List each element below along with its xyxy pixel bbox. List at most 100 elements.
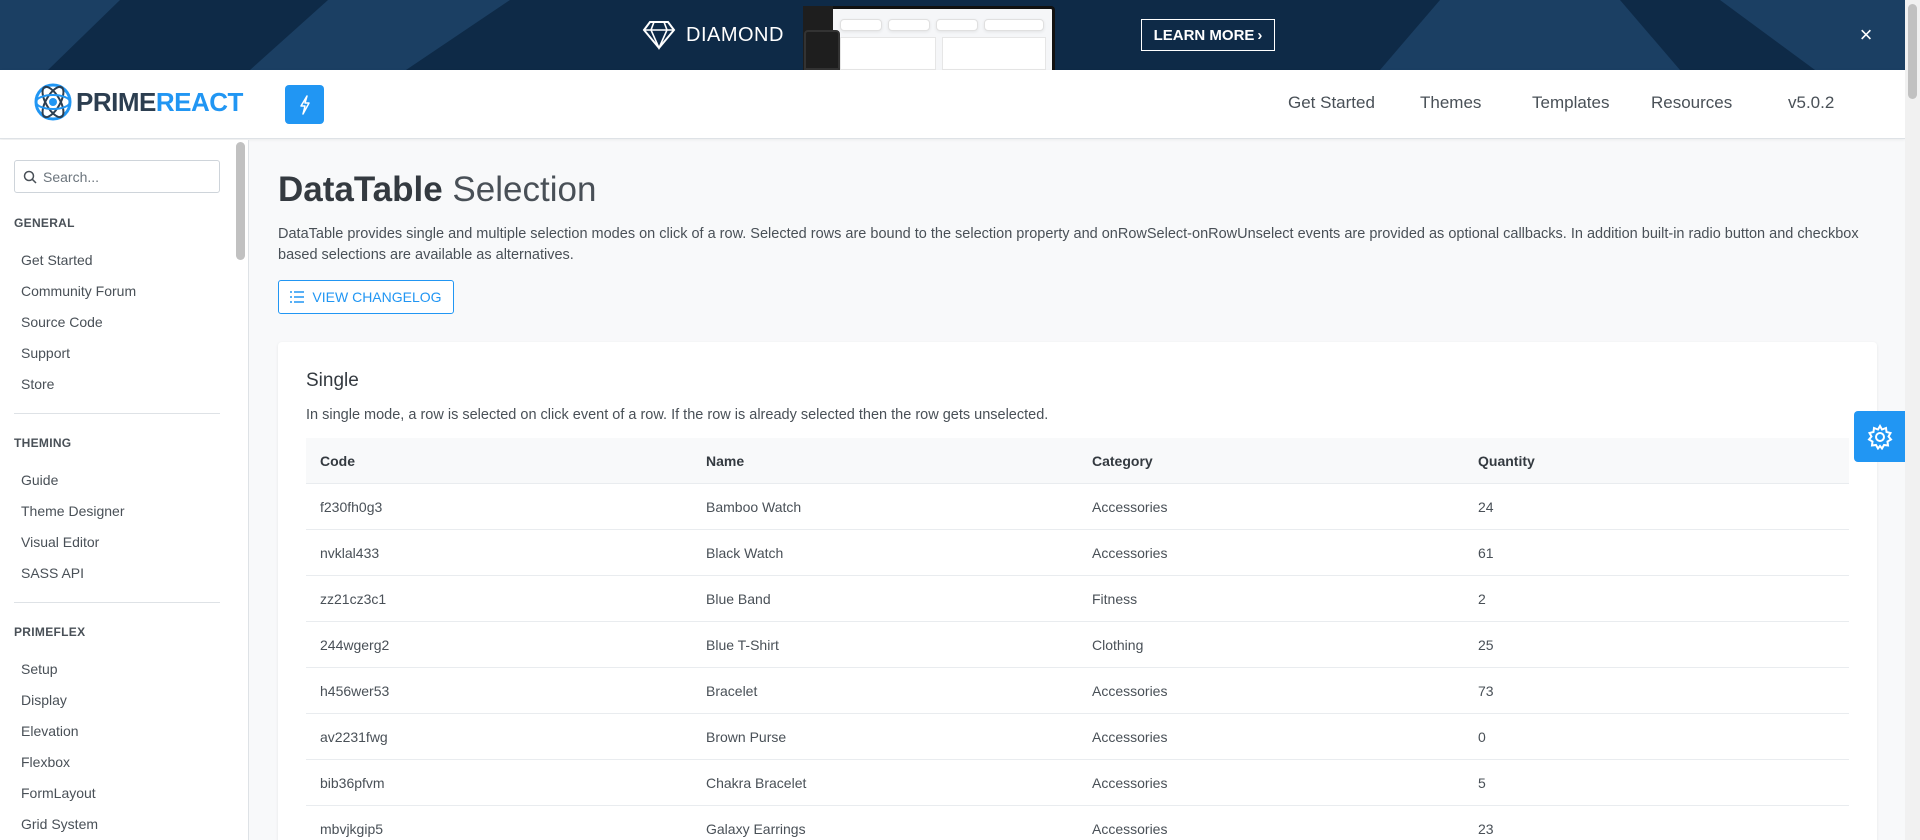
cell-category: Accessories: [1092, 729, 1168, 745]
nav-version[interactable]: v5.0.2: [1788, 93, 1834, 113]
logo-text: PRIMEREACT: [76, 86, 243, 117]
table-row[interactable]: f230fh0g3 Bamboo Watch Accessories 24: [306, 484, 1849, 530]
cell-name: Brown Purse: [706, 729, 787, 745]
cell-name: Blue Band: [706, 591, 771, 607]
menu-item-display[interactable]: Display: [21, 692, 67, 708]
table-row[interactable]: mbvjkgip5 Galaxy Earrings Accessories 23: [306, 806, 1849, 840]
column-header-quantity[interactable]: Quantity: [1464, 438, 1535, 484]
logo[interactable]: PRIMEREACT: [33, 82, 243, 122]
cell-category: Clothing: [1092, 637, 1144, 653]
banner-brand: DIAMOND: [642, 0, 784, 70]
menu-item-sass-api[interactable]: SASS API: [21, 565, 84, 581]
banner-phone-image: [804, 30, 840, 70]
column-header-code[interactable]: Code: [306, 438, 355, 484]
search-icon: [23, 170, 37, 184]
menu-item-grid-system[interactable]: Grid System: [21, 816, 98, 832]
cell-quantity: 25: [1478, 637, 1494, 653]
main-content: DataTable Selection DataTable provides s…: [250, 140, 1905, 840]
cell-quantity: 61: [1478, 545, 1494, 561]
cell-name: Blue T-Shirt: [706, 637, 779, 653]
menu-item-theme-designer[interactable]: Theme Designer: [21, 503, 125, 519]
cell-code: nvklal433: [320, 545, 380, 561]
learn-more-label: LEARN MORE: [1153, 26, 1255, 44]
menu-item-visual-editor[interactable]: Visual Editor: [21, 534, 99, 550]
banner-preview-image: [803, 6, 1055, 70]
diamond-icon: [642, 21, 676, 50]
data-table: Code Name Category Quantity f230fh0g3 Ba…: [306, 438, 1849, 840]
search-input[interactable]: [43, 168, 208, 185]
nav-get-started[interactable]: Get Started: [1288, 93, 1375, 113]
menu-item-get-started[interactable]: Get Started: [21, 252, 93, 268]
close-icon[interactable]: ×: [1856, 22, 1876, 48]
menu-item-flexbox[interactable]: Flexbox: [21, 754, 70, 770]
cell-quantity: 5: [1478, 775, 1486, 791]
list-icon: [290, 291, 305, 303]
chevron-right-icon: ›: [1257, 26, 1263, 44]
table-row[interactable]: bib36pfvm Chakra Bracelet Accessories 5: [306, 760, 1849, 806]
menu-category-general: GENERAL: [14, 216, 75, 230]
cell-category: Accessories: [1092, 545, 1168, 561]
cell-category: Accessories: [1092, 821, 1168, 837]
page-scrollbar-thumb[interactable]: [1908, 4, 1917, 99]
banner-decor: [250, 0, 510, 70]
menu-item-elevation[interactable]: Elevation: [21, 723, 79, 739]
menu-item-setup[interactable]: Setup: [21, 661, 58, 677]
config-button[interactable]: [1854, 411, 1905, 462]
banner-title: DIAMOND: [686, 23, 784, 46]
sidebar: GENERAL Get Started Community Forum Sour…: [0, 140, 249, 840]
menu-item-support[interactable]: Support: [21, 345, 70, 361]
menu-item-community-forum[interactable]: Community Forum: [21, 283, 136, 299]
gear-icon: [1866, 423, 1893, 450]
cell-code: 244wgerg2: [320, 637, 390, 653]
cell-quantity: 2: [1478, 591, 1486, 607]
cell-quantity: 24: [1478, 499, 1494, 515]
cell-quantity: 73: [1478, 683, 1494, 699]
menu-category-theming: THEMING: [14, 436, 72, 450]
cell-code: mbvjkgip5: [320, 821, 384, 837]
menu-divider: [14, 602, 220, 603]
cell-quantity: 23: [1478, 821, 1494, 837]
top-bar: PRIMEREACT Get Started Themes Templates …: [0, 70, 1905, 139]
cell-code: h456wer53: [320, 683, 390, 699]
table-row[interactable]: 244wgerg2 Blue T-Shirt Clothing 25: [306, 622, 1849, 668]
view-changelog-button[interactable]: VIEW CHANGELOG: [278, 280, 454, 314]
bolt-button[interactable]: [285, 85, 324, 124]
menu-item-guide[interactable]: Guide: [21, 472, 58, 488]
card-title: Single: [306, 370, 359, 391]
card-description: In single mode, a row is selected on cli…: [306, 407, 1049, 423]
cell-quantity: 0: [1478, 729, 1486, 745]
search-box: [14, 160, 220, 193]
banner-decor: [1720, 0, 1905, 70]
table-row[interactable]: av2231fwg Brown Purse Accessories 0: [306, 714, 1849, 760]
cell-name: Bamboo Watch: [706, 499, 802, 515]
logo-icon: [34, 83, 72, 121]
nav-templates[interactable]: Templates: [1532, 93, 1609, 113]
cell-category: Accessories: [1092, 499, 1168, 515]
banner-decor: [1380, 0, 1680, 70]
column-header-name[interactable]: Name: [692, 438, 744, 484]
table-row[interactable]: zz21cz3c1 Blue Band Fitness 2: [306, 576, 1849, 622]
page-description: DataTable provides single and multiple s…: [278, 226, 1859, 263]
table-row[interactable]: h456wer53 Bracelet Accessories 73: [306, 668, 1849, 714]
single-selection-card: Single In single mode, a row is selected…: [278, 342, 1877, 840]
nav-resources[interactable]: Resources: [1651, 93, 1732, 113]
banner-decor: [0, 0, 120, 70]
cell-category: Accessories: [1092, 775, 1168, 791]
sidebar-scrollbar[interactable]: [236, 142, 245, 260]
cell-code: zz21cz3c1: [320, 591, 387, 607]
bolt-icon: [299, 94, 310, 115]
menu-item-formlayout[interactable]: FormLayout: [21, 785, 96, 801]
cell-code: bib36pfvm: [320, 775, 385, 791]
column-header-category[interactable]: Category: [1078, 438, 1153, 484]
page-scrollbar[interactable]: [1905, 0, 1920, 840]
menu-category-primeflex: PRIMEFLEX: [14, 625, 86, 639]
menu-item-store[interactable]: Store: [21, 376, 54, 392]
menu-item-source-code[interactable]: Source Code: [21, 314, 103, 330]
table-row[interactable]: nvklal433 Black Watch Accessories 61: [306, 530, 1849, 576]
promo-banner: DIAMOND LEARN MORE › ×: [0, 0, 1905, 70]
cell-name: Chakra Bracelet: [706, 775, 807, 791]
nav-themes[interactable]: Themes: [1420, 93, 1481, 113]
cell-category: Accessories: [1092, 683, 1168, 699]
cell-category: Fitness: [1092, 591, 1138, 607]
learn-more-button[interactable]: LEARN MORE ›: [1141, 19, 1275, 51]
